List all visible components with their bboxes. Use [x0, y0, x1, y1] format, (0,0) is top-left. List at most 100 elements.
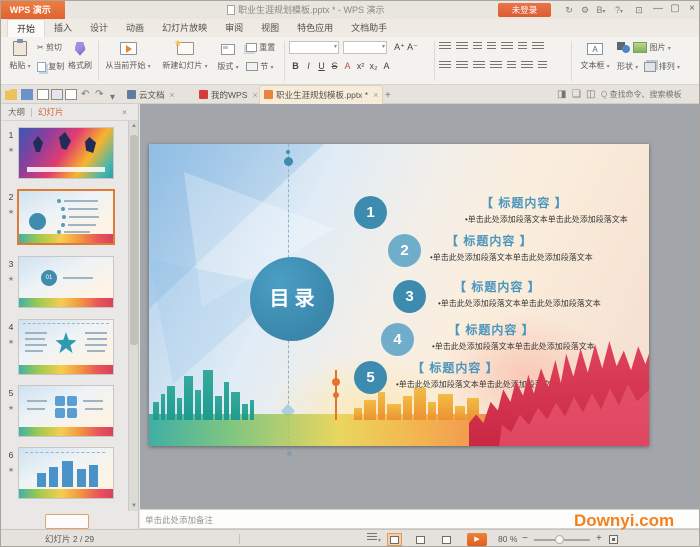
- align-left-icon[interactable]: [439, 61, 451, 70]
- doc-tab-cloud[interactable]: 云文档×: [123, 86, 179, 104]
- search-input[interactable]: [609, 90, 689, 99]
- cut-button[interactable]: ✂ 剪切: [37, 42, 62, 54]
- toc-entry-body[interactable]: •单击此处添加段落文本单击此处添加段落文本: [465, 214, 628, 225]
- play-from-current-button[interactable]: 从当前开始 ▾: [103, 40, 153, 71]
- close-panel-icon[interactable]: ×: [122, 104, 127, 121]
- toc-entry-1[interactable]: 【 标题内容 】 •单击此处添加段落文本单击此处添加段落文本: [465, 194, 628, 225]
- toc-entry-body[interactable]: •单击此处添加段落文本单击此处添加段落文本: [430, 252, 593, 263]
- align-right-icon[interactable]: [473, 61, 485, 70]
- increase-indent-icon[interactable]: [487, 42, 496, 51]
- normal-view-button[interactable]: [387, 533, 402, 546]
- shapes-button[interactable]: 形状 ▾: [617, 62, 638, 71]
- wps-logo-menu[interactable]: WPS 演示 ▾: [1, 1, 65, 19]
- vertical-align-icon[interactable]: [521, 61, 533, 70]
- tab-slideshow[interactable]: 幻灯片放映: [153, 19, 216, 37]
- font-shrink-button[interactable]: A⁻: [406, 41, 419, 53]
- feedback-chat-icon[interactable]: ❏: [572, 88, 581, 101]
- add-slide-button[interactable]: [45, 514, 89, 529]
- slide-thumbnail-3[interactable]: 01: [19, 257, 113, 307]
- tab-doc-assistant[interactable]: 文档助手: [342, 19, 396, 37]
- underline-button[interactable]: U: [315, 60, 328, 72]
- columns-icon[interactable]: [518, 42, 527, 51]
- copy-button[interactable]: 复制: [37, 61, 64, 73]
- tab-animation[interactable]: 动画: [117, 19, 153, 37]
- tab-review[interactable]: 审阅: [216, 19, 252, 37]
- reset-button[interactable]: 重置: [246, 42, 275, 54]
- toc-entry-title[interactable]: 【 标题内容 】: [446, 232, 593, 249]
- minimize-button[interactable]: —: [649, 1, 667, 17]
- redo-icon[interactable]: ↷: [95, 88, 103, 101]
- format-painter-button[interactable]: 格式刷: [65, 40, 95, 71]
- view-options-icon[interactable]: ▾: [367, 533, 383, 546]
- clear-format-button[interactable]: A: [380, 60, 393, 72]
- paste-button[interactable]: 粘贴 ▾: [5, 40, 35, 71]
- zoom-out-button[interactable]: −: [522, 530, 528, 547]
- picture-button[interactable]: 图片 ▾: [617, 42, 671, 54]
- numbered-list-icon[interactable]: [456, 42, 468, 51]
- font-grow-button[interactable]: A⁺: [393, 41, 406, 53]
- tab-special-apps[interactable]: 特色应用: [288, 19, 342, 37]
- textbox-button[interactable]: A 文本框 ▾: [577, 40, 613, 71]
- toc-entry-title[interactable]: 【 标题内容 】: [454, 278, 601, 295]
- login-button[interactable]: 未登录: [498, 3, 551, 17]
- italic-button[interactable]: I: [302, 60, 315, 72]
- font-name-select[interactable]: [289, 41, 339, 54]
- close-tab-icon[interactable]: ×: [252, 90, 257, 100]
- current-slide[interactable]: 目录 1 【 标题内容 】 •单击此处添加段落文本单击此处添加段落文本 2 【 …: [149, 144, 649, 446]
- tab-view[interactable]: 视图: [252, 19, 288, 37]
- font-grow-shrink[interactable]: A⁺A⁻: [393, 41, 419, 53]
- text-direction-icon[interactable]: [501, 42, 513, 51]
- close-button[interactable]: ×: [683, 1, 700, 17]
- slide-thumbnail-6[interactable]: [19, 448, 113, 498]
- sidebar-scrollbar[interactable]: ▲ ▼: [128, 121, 138, 511]
- toc-title-circle[interactable]: 目录: [250, 257, 334, 341]
- slide-sorter-view-button[interactable]: [413, 533, 428, 546]
- toc-entry-body[interactable]: •单击此处添加段落文本单击此处添加段落文本: [438, 298, 601, 309]
- feedback-icon[interactable]: ⊡: [631, 3, 647, 17]
- superscript-button[interactable]: x²: [354, 60, 367, 72]
- export-icon[interactable]: [37, 89, 49, 100]
- sync-icon[interactable]: ↻: [561, 3, 577, 17]
- scroll-up-icon[interactable]: ▲: [129, 123, 139, 129]
- distribute-icon[interactable]: [507, 61, 516, 70]
- new-tab-icon[interactable]: +: [385, 89, 391, 102]
- font-size-select[interactable]: [343, 41, 387, 54]
- settings-icon[interactable]: ⚙: [577, 3, 593, 17]
- zoom-slider-handle[interactable]: [555, 535, 564, 544]
- new-slide-button[interactable]: 新建幻灯片 ▾: [159, 40, 211, 71]
- switch-window-icon[interactable]: ◫: [586, 88, 595, 101]
- paragraph-settings-icon[interactable]: [538, 61, 547, 70]
- line-spacing-icon[interactable]: [532, 42, 544, 51]
- scroll-down-icon[interactable]: ▼: [129, 503, 139, 509]
- layout-button[interactable]: 版式 ▾: [214, 41, 242, 72]
- slide-thumbnail-2-selected[interactable]: [19, 191, 113, 243]
- tab-home[interactable]: 开始: [7, 19, 45, 37]
- section-button[interactable]: 节 ▾: [246, 61, 273, 73]
- slide-thumbnail-5[interactable]: [19, 386, 113, 436]
- arrange-button[interactable]: 排列 ▾: [659, 62, 680, 71]
- justify-icon[interactable]: [490, 61, 502, 70]
- open-file-icon[interactable]: [5, 89, 17, 100]
- print-preview-icon[interactable]: [65, 89, 77, 100]
- undo-icon[interactable]: ↶: [81, 88, 89, 101]
- fit-to-window-icon[interactable]: [609, 535, 618, 544]
- tab-design[interactable]: 设计: [81, 19, 117, 37]
- slide-thumbnail-4[interactable]: [19, 320, 113, 374]
- save-icon[interactable]: [21, 89, 33, 100]
- help-icon[interactable]: ?▾: [611, 3, 627, 17]
- toc-entry-title[interactable]: 【 标题内容 】: [481, 194, 628, 211]
- toc-entry-2[interactable]: 【 标题内容 】 •单击此处添加段落文本单击此处添加段落文本: [430, 232, 593, 263]
- zoom-in-button[interactable]: +: [596, 530, 602, 547]
- slideshow-play-button[interactable]: ▶: [467, 533, 487, 546]
- doc-tab-current[interactable]: 职业生涯规划模板.pptx *×: [259, 85, 383, 104]
- doc-tab-mywps[interactable]: 我的WPS×: [195, 86, 262, 104]
- toc-number-1[interactable]: 1: [354, 196, 387, 229]
- slide-thumbnail-1[interactable]: [19, 128, 113, 178]
- toc-number-3[interactable]: 3: [393, 280, 426, 313]
- slides-tab[interactable]: 幻灯片: [38, 104, 64, 121]
- font-color-button[interactable]: A: [341, 60, 354, 72]
- command-search[interactable]: Q: [601, 87, 696, 102]
- tab-insert[interactable]: 插入: [45, 19, 81, 37]
- subscript-button[interactable]: x₂: [367, 60, 380, 72]
- close-tab-icon[interactable]: ×: [170, 90, 175, 100]
